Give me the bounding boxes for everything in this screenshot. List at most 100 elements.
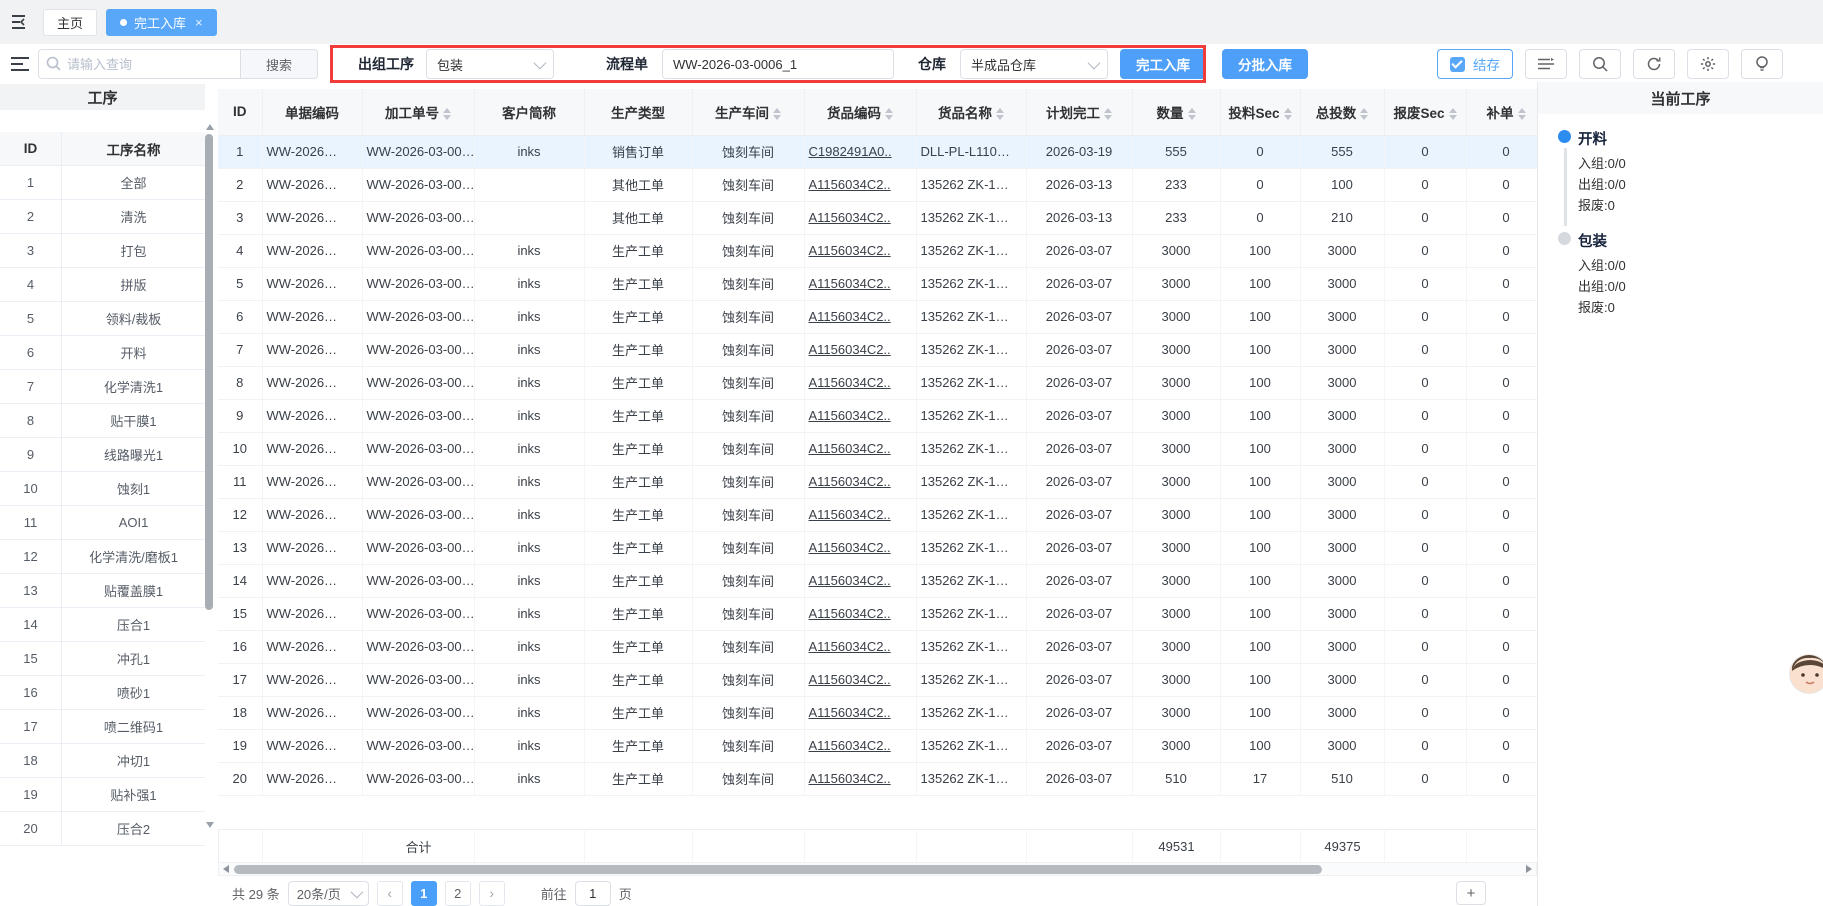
- scrollbar-down-arrow-icon[interactable]: [206, 822, 214, 828]
- refresh-button[interactable]: [1633, 49, 1675, 79]
- column-header[interactable]: 数量: [1132, 89, 1220, 135]
- product-code-link[interactable]: A1156034C2..: [809, 474, 891, 489]
- table-row[interactable]: 13WW-2026…WW-2026-03-00…inks生产工单蚀刻车间A115…: [218, 531, 1637, 564]
- table-row[interactable]: 16WW-2026…WW-2026-03-00…inks生产工单蚀刻车间A115…: [218, 630, 1637, 663]
- sort-carets-icon[interactable]: [773, 108, 781, 120]
- table-row[interactable]: 15WW-2026…WW-2026-03-00…inks生产工单蚀刻车间A115…: [218, 597, 1637, 630]
- tab-close-icon[interactable]: ×: [195, 15, 203, 30]
- product-code-link[interactable]: A1156034C2..: [809, 441, 891, 456]
- batch-inbound-button[interactable]: 分批入库: [1222, 49, 1308, 79]
- process-row[interactable]: 19 贴补强1: [0, 778, 205, 812]
- flow-input[interactable]: [662, 49, 894, 79]
- column-header[interactable]: 加工单号: [362, 89, 474, 135]
- product-code-link[interactable]: A1156034C2..: [809, 639, 891, 654]
- process-row[interactable]: 6 开料: [0, 336, 205, 370]
- table-row[interactable]: 19WW-2026…WW-2026-03-00…inks生产工单蚀刻车间A115…: [218, 729, 1637, 762]
- process-row[interactable]: 13 贴覆盖膜1: [0, 574, 205, 608]
- process-row[interactable]: 1 全部: [0, 166, 205, 200]
- product-code-link[interactable]: A1156034C2..: [809, 210, 891, 225]
- sidebar-collapse-icon[interactable]: [8, 9, 34, 35]
- scroll-right-arrow-icon[interactable]: [1522, 865, 1536, 873]
- product-code-link[interactable]: A1156034C2..: [809, 705, 891, 720]
- goto-page-input[interactable]: [575, 881, 611, 906]
- table-row[interactable]: 5WW-2026…WW-2026-03-00…inks生产工单蚀刻车间A1156…: [218, 267, 1637, 300]
- sort-carets-icon[interactable]: [996, 108, 1004, 120]
- process-row[interactable]: 18 冲切1: [0, 744, 205, 778]
- product-code-link[interactable]: A1156034C2..: [809, 276, 891, 291]
- table-row[interactable]: 1WW-2026…WW-2026-03-00…inks销售订单蚀刻车间C1982…: [218, 135, 1637, 168]
- product-code-link[interactable]: A1156034C2..: [809, 738, 891, 753]
- table-row[interactable]: 6WW-2026…WW-2026-03-00…inks生产工单蚀刻车间A1156…: [218, 300, 1637, 333]
- search-input[interactable]: [38, 49, 240, 79]
- warehouse-select[interactable]: 半成品仓库: [960, 49, 1108, 79]
- column-header[interactable]: 补单: [1466, 89, 1546, 135]
- prev-page-button[interactable]: ‹: [377, 881, 403, 906]
- product-code-link[interactable]: C1982491A0..: [809, 144, 892, 159]
- product-code-link[interactable]: A1156034C2..: [809, 375, 891, 390]
- product-code-link[interactable]: A1156034C2..: [809, 177, 891, 192]
- product-code-link[interactable]: A1156034C2..: [809, 507, 891, 522]
- table-row[interactable]: 20WW-2026…WW-2026-03-00…inks生产工单蚀刻车间A115…: [218, 762, 1637, 795]
- process-row[interactable]: 9 线路曝光1: [0, 438, 205, 472]
- column-header[interactable]: 总投数: [1300, 89, 1384, 135]
- product-code-link[interactable]: A1156034C2..: [809, 342, 891, 357]
- table-row[interactable]: 11WW-2026…WW-2026-03-00…inks生产工单蚀刻车间A115…: [218, 465, 1637, 498]
- process-row[interactable]: 7 化学清洗1: [0, 370, 205, 404]
- page-size-select[interactable]: 20条/页: [288, 881, 369, 906]
- checkbox-checked-icon[interactable]: [1450, 57, 1465, 72]
- process-row[interactable]: 4 拼版: [0, 268, 205, 302]
- tab-home[interactable]: 主页: [43, 9, 97, 36]
- process-row[interactable]: 16 喷砂1: [0, 676, 205, 710]
- table-row[interactable]: 10WW-2026…WW-2026-03-00…inks生产工单蚀刻车间A115…: [218, 432, 1637, 465]
- product-code-link[interactable]: A1156034C2..: [809, 606, 891, 621]
- sort-carets-icon[interactable]: [885, 108, 893, 120]
- assistant-avatar[interactable]: [1789, 654, 1823, 694]
- scroll-left-arrow-icon[interactable]: [219, 865, 233, 873]
- column-header[interactable]: 报废Sec: [1384, 89, 1466, 135]
- lightbulb-button[interactable]: [1741, 49, 1783, 79]
- process-row[interactable]: 8 贴干膜1: [0, 404, 205, 438]
- finish-inbound-button[interactable]: 完工入库: [1120, 49, 1206, 79]
- sort-carets-icon[interactable]: [1284, 108, 1292, 120]
- product-code-link[interactable]: A1156034C2..: [809, 408, 891, 423]
- sort-carets-icon[interactable]: [1188, 108, 1196, 120]
- process-row[interactable]: 10 蚀刻1: [0, 472, 205, 506]
- sort-carets-icon[interactable]: [1360, 108, 1368, 120]
- scrollbar-up-arrow-icon[interactable]: [206, 124, 214, 130]
- table-row[interactable]: 12WW-2026…WW-2026-03-00…inks生产工单蚀刻车间A115…: [218, 498, 1637, 531]
- table-search-button[interactable]: [1579, 49, 1621, 79]
- sort-carets-icon[interactable]: [1518, 108, 1526, 120]
- search-button[interactable]: 搜索: [240, 49, 318, 79]
- balance-checkbox-button[interactable]: 结存: [1437, 49, 1513, 79]
- process-row[interactable]: 12 化学清洗/磨板1: [0, 540, 205, 574]
- add-button[interactable]: +: [1456, 881, 1486, 905]
- product-code-link[interactable]: A1156034C2..: [809, 309, 891, 324]
- sort-carets-icon[interactable]: [443, 108, 451, 120]
- horizontal-scrollbar[interactable]: [218, 862, 1537, 876]
- process-row[interactable]: 15 冲孔1: [0, 642, 205, 676]
- column-header[interactable]: 计划完工: [1026, 89, 1132, 135]
- product-code-link[interactable]: A1156034C2..: [809, 672, 891, 687]
- table-row[interactable]: 3WW-2026…WW-2026-03-00…其他工单蚀刻车间A1156034C…: [218, 201, 1637, 234]
- page-number-button[interactable]: 1: [411, 881, 437, 906]
- process-row[interactable]: 3 打包: [0, 234, 205, 268]
- settings-gear-button[interactable]: [1687, 49, 1729, 79]
- column-header[interactable]: 生产车间: [692, 89, 804, 135]
- next-page-button[interactable]: ›: [479, 881, 505, 906]
- column-header[interactable]: 投料Sec: [1220, 89, 1300, 135]
- sort-carets-icon[interactable]: [1449, 108, 1457, 120]
- table-row[interactable]: 18WW-2026…WW-2026-03-00…inks生产工单蚀刻车间A115…: [218, 696, 1637, 729]
- column-header[interactable]: 货品编码: [804, 89, 916, 135]
- process-row[interactable]: 2 清洗: [0, 200, 205, 234]
- process-row[interactable]: 14 压合1: [0, 608, 205, 642]
- product-code-link[interactable]: A1156034C2..: [809, 540, 891, 555]
- column-filter-button[interactable]: [1525, 49, 1567, 79]
- process-row[interactable]: 5 领料/裁板: [0, 302, 205, 336]
- table-row[interactable]: 14WW-2026…WW-2026-03-00…inks生产工单蚀刻车间A115…: [218, 564, 1637, 597]
- process-row[interactable]: 11 AOI1: [0, 506, 205, 540]
- menu-icon[interactable]: [8, 52, 32, 76]
- column-header[interactable]: 货品名称: [916, 89, 1026, 135]
- out-process-select[interactable]: 包装: [426, 49, 554, 79]
- table-row[interactable]: 7WW-2026…WW-2026-03-00…inks生产工单蚀刻车间A1156…: [218, 333, 1637, 366]
- tab-finished-inbound[interactable]: 完工入库 ×: [106, 9, 217, 36]
